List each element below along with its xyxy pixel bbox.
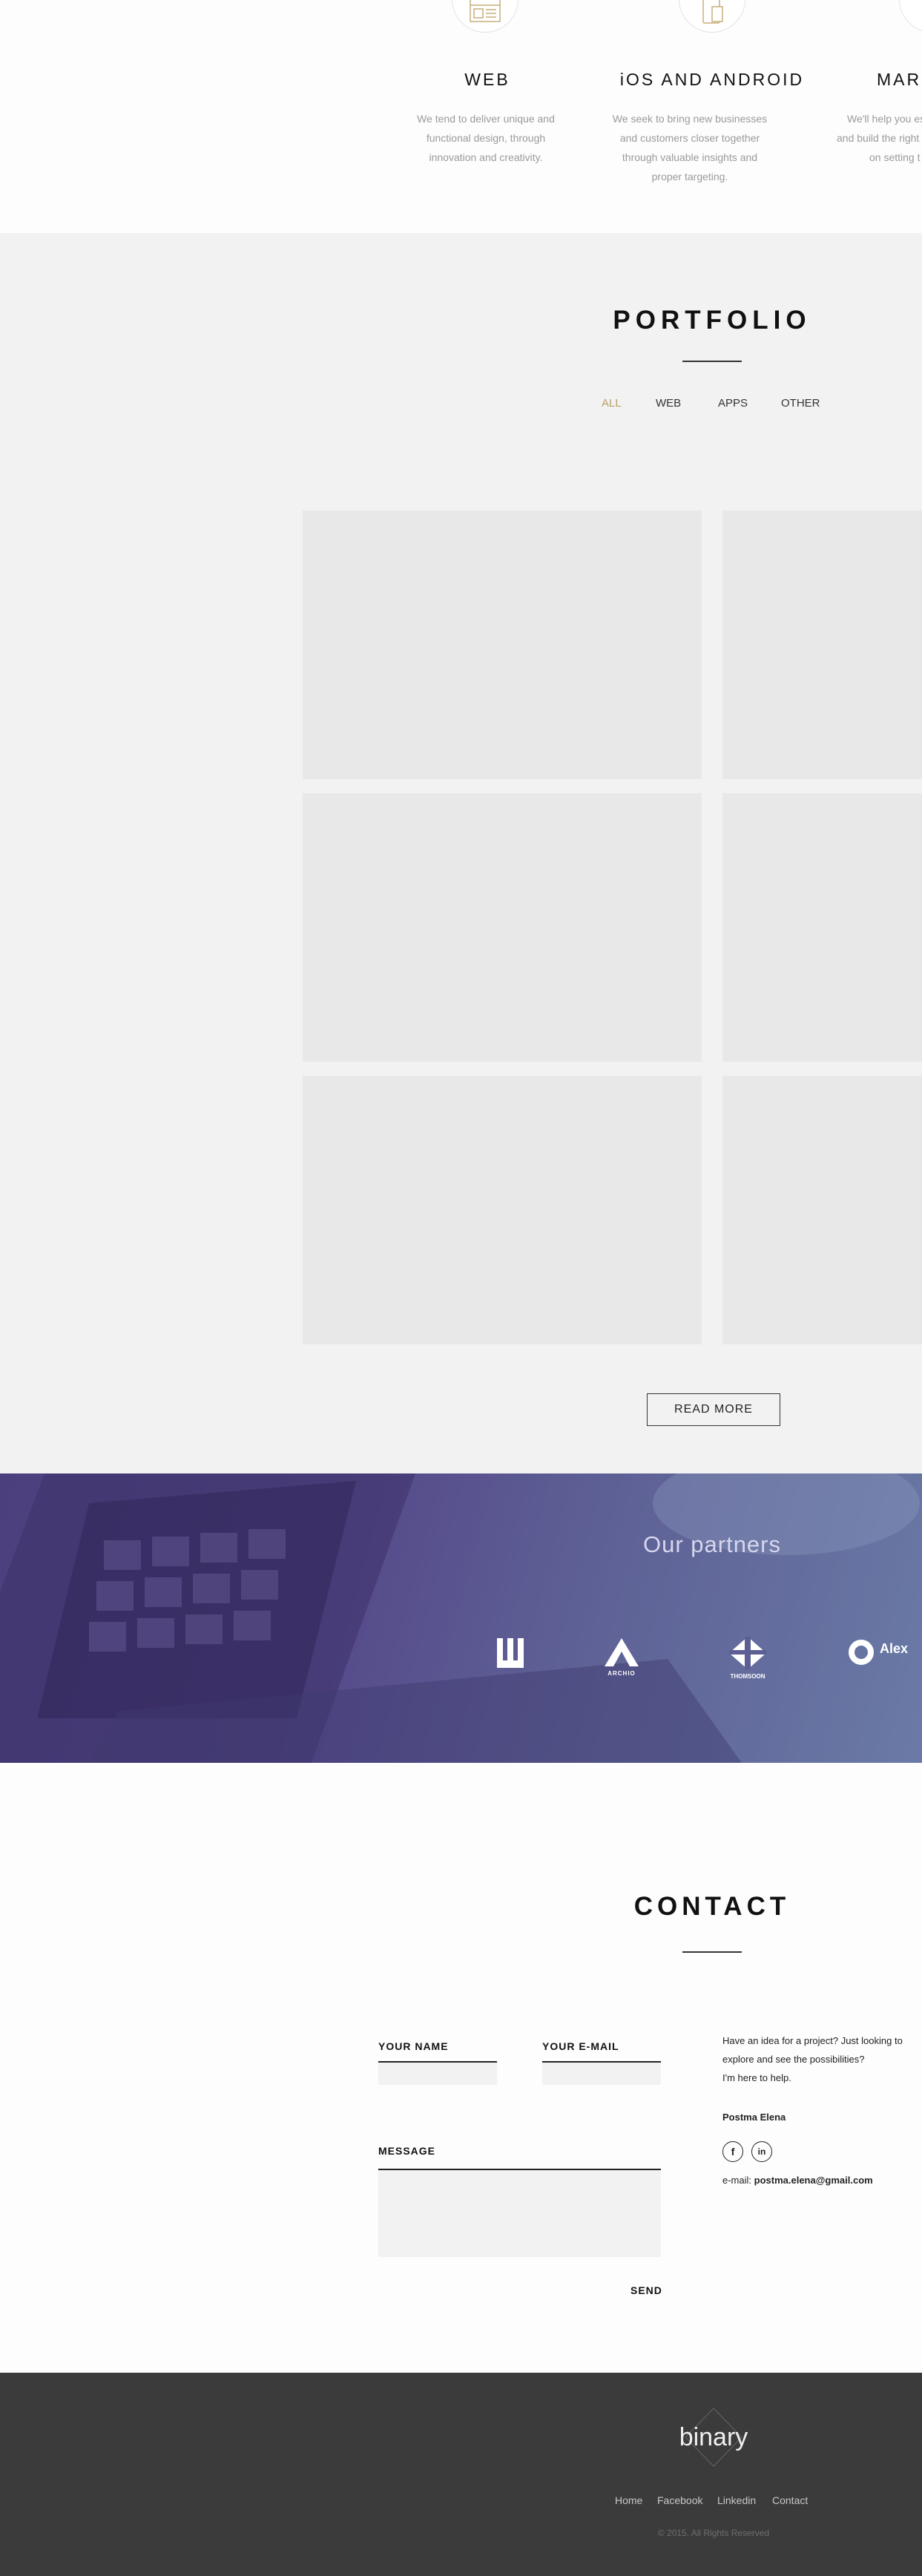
contact-section: CONTACT YOUR NAME YOUR E-MAIL MESSAGE SE… xyxy=(0,1763,922,2373)
thomsoon-mark-icon xyxy=(729,1637,766,1669)
service-circle-mobile xyxy=(679,0,745,33)
footer-link-contact[interactable]: Contact xyxy=(772,2494,808,2506)
w-logo[interactable] xyxy=(494,1638,527,1672)
service-desc-mobile: We seek to bring new businesses and cust… xyxy=(612,113,768,183)
partners-section: Our partners ARCHIO THOMSOON Alex xyxy=(0,1473,922,1763)
contact-intro-line: Have an idea for a project? Just looking… xyxy=(722,2035,903,2046)
email-prefix: e-mail: xyxy=(722,2175,752,2186)
message-label: MESSAGE xyxy=(378,2145,436,2157)
filter-all[interactable]: ALL xyxy=(602,397,622,410)
contact-intro: Have an idea for a project? Just looking… xyxy=(722,2031,922,2087)
services-section: WEB iOS AND ANDROID MAR We tend to deliv… xyxy=(0,0,922,233)
service-title-web: WEB xyxy=(464,70,510,89)
service-desc-web: We tend to deliver unique and functional… xyxy=(417,113,555,163)
thomsoon-label: THOMSOON xyxy=(730,1673,765,1680)
portfolio-item[interactable] xyxy=(722,510,922,779)
filter-web[interactable]: WEB xyxy=(656,397,681,410)
email-label: YOUR E-MAIL xyxy=(542,2040,619,2052)
footer-link-linkedin[interactable]: Linkedin xyxy=(717,2494,756,2506)
email-input[interactable] xyxy=(542,2063,661,2085)
name-input[interactable] xyxy=(378,2063,497,2085)
service-circle-web xyxy=(452,0,518,33)
portfolio-section: PORTFOLIO ALL WEB APPS OTHER READ MORE xyxy=(0,233,922,1473)
alex-mark-icon xyxy=(849,1640,874,1665)
service-desc-marketing: We'll help you es and build the right on… xyxy=(837,113,922,163)
layout-icon xyxy=(470,0,501,22)
portfolio-item[interactable] xyxy=(722,793,922,1062)
mobile-icon xyxy=(702,0,723,24)
partners-background-image xyxy=(0,1473,920,1763)
message-textarea[interactable] xyxy=(378,2170,661,2257)
contact-title-divider xyxy=(682,1951,742,1953)
archio-mark-icon xyxy=(605,1638,639,1666)
service-title-marketing: MAR xyxy=(877,70,922,89)
marketing-icon xyxy=(900,0,922,32)
partners-title: Our partners xyxy=(642,1531,781,1557)
alex-label: Alex xyxy=(880,1641,909,1656)
alex-logo[interactable]: Alex xyxy=(846,1638,922,1671)
footer-link-home[interactable]: Home xyxy=(615,2494,642,2506)
filter-other[interactable]: OTHER xyxy=(781,397,820,410)
brand-wordmark: binary xyxy=(679,2423,748,2451)
footer: binary Home Facebook Linkedin Contact © … xyxy=(0,2373,922,2576)
facebook-icon[interactable]: f xyxy=(722,2141,743,2162)
footer-link-facebook[interactable]: Facebook xyxy=(657,2494,702,2506)
contact-intro-line: I'm here to help. xyxy=(722,2072,791,2083)
archio-label: ARCHIO xyxy=(607,1670,636,1677)
portfolio-item[interactable] xyxy=(303,1076,702,1344)
contact-email-line: e-mail: postma.elena@gmail.com xyxy=(722,2171,873,2189)
contact-intro-line: explore and see the possibilities? xyxy=(722,2054,865,2065)
portfolio-title: PORTFOLIO xyxy=(613,306,811,335)
contact-person-name: Postma Elena xyxy=(722,2112,786,2123)
thomsoon-logo[interactable]: THOMSOON xyxy=(723,1637,772,1680)
portfolio-item[interactable] xyxy=(722,1076,922,1344)
email-link[interactable]: postma.elena@gmail.com xyxy=(754,2175,873,2186)
binary-logo[interactable]: binary xyxy=(654,2407,773,2468)
linkedin-icon[interactable]: in xyxy=(751,2141,772,2162)
copyright-text: © 2015. All Rights Reserved xyxy=(657,2528,770,2538)
portfolio-title-divider xyxy=(682,361,742,362)
archio-logo[interactable]: ARCHIO xyxy=(599,1638,644,1677)
contact-title: CONTACT xyxy=(633,1892,791,1921)
filter-apps[interactable]: APPS xyxy=(718,397,748,410)
name-label: YOUR NAME xyxy=(378,2040,449,2052)
send-button[interactable]: SEND xyxy=(630,2284,662,2296)
portfolio-item[interactable] xyxy=(303,793,702,1062)
service-title-mobile: iOS AND ANDROID xyxy=(619,70,805,89)
portfolio-item[interactable] xyxy=(303,510,702,779)
service-circle-marketing xyxy=(899,0,922,33)
read-more-button[interactable]: READ MORE xyxy=(647,1393,780,1426)
